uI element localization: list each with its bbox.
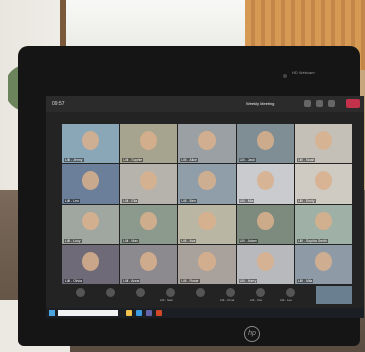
participant-tile[interactable]: Lilli - Ben (178, 164, 236, 204)
participant-tile[interactable]: Lilli - Lucy (62, 204, 120, 244)
participant-tile[interactable]: Lilli - Jack (236, 124, 294, 164)
participant-face (140, 171, 158, 191)
participant-name: Lilli - Harry (238, 279, 258, 283)
participant-avatar[interactable] (166, 288, 175, 297)
participant-grid: Lilli - Jenny Lilli - Sophie Lilli - Alice… (62, 124, 352, 284)
participant-name: Lilli - Jack (238, 158, 256, 163)
participant-face (314, 211, 332, 231)
participants-icon[interactable] (304, 100, 311, 107)
participant-face (140, 211, 158, 231)
participant-face (256, 131, 274, 150)
participant-tile[interactable]: Lilli - Anna (120, 244, 178, 284)
participant-name: Lilli - Lucy (64, 238, 82, 243)
meeting-titlebar: 09:57 Weekly Meeting (46, 96, 364, 112)
participant-name: Lilli - Ella (122, 198, 139, 203)
participant-name: Lilli - Adam (238, 238, 258, 243)
taskbar-search[interactable] (58, 310, 118, 316)
participant-tile[interactable]: Lilli - Jenny (62, 124, 120, 164)
participant-strip-name: Lilli - Omar (220, 298, 235, 302)
participant-name: Lilli - Max (122, 238, 139, 243)
participant-tile[interactable]: Lilli - Ava (178, 204, 236, 244)
participant-avatar[interactable] (196, 288, 205, 297)
participant-tile[interactable]: Lilli - Olivia (62, 244, 120, 284)
participant-face (256, 211, 274, 231)
more-icon[interactable] (328, 100, 335, 107)
start-icon[interactable] (49, 310, 55, 316)
participant-name: Lilli - Alice (180, 158, 198, 163)
participant-tile[interactable]: Lilli - Sophie (120, 124, 178, 164)
participant-name: Lilli - Noah (296, 158, 316, 163)
participant-face (82, 131, 100, 150)
participant-avatar[interactable] (256, 288, 265, 297)
participant-tile[interactable]: Lilli - Ella (120, 164, 178, 204)
participant-strip-name: Lilli - Sam (160, 298, 174, 302)
participant-tile[interactable]: Lilli - Alice (178, 124, 236, 164)
leave-button[interactable] (346, 99, 360, 108)
participant-face (314, 171, 332, 191)
participant-face (314, 251, 332, 271)
participant-name: Lilli - Ava (180, 238, 197, 243)
participant-strip-name: Lilli - Zoe (250, 298, 263, 302)
self-video-preview (316, 286, 352, 304)
participant-name: Lilli - Rosie (180, 279, 200, 283)
participant-avatar[interactable] (286, 288, 295, 297)
participant-strip: Lilli - Sam Lilli - Omar Lilli - Zoe Lilli … (62, 286, 352, 304)
powerpoint-icon[interactable] (156, 310, 162, 316)
participant-name: Lilli - Leo (64, 198, 81, 203)
windows-taskbar (46, 308, 364, 318)
participant-avatar[interactable] (226, 288, 235, 297)
chat-icon[interactable] (316, 100, 323, 107)
meeting-time: 09:57 (52, 101, 65, 107)
participant-name: Lilli - Sophia Smith (296, 238, 328, 243)
participant-tile[interactable]: Lilli - Emily (294, 164, 352, 204)
teams-icon[interactable] (146, 310, 152, 316)
participant-tile[interactable]: Lilli - Leo (62, 164, 120, 204)
participant-face (256, 171, 274, 191)
participant-name: Lilli - Mila (296, 279, 314, 283)
participant-name: Lilli - Sophie (122, 158, 144, 163)
hp-logo: hp (244, 326, 260, 342)
webcam-label: HD Webcam (292, 70, 315, 75)
participant-face (198, 211, 216, 231)
participant-face (140, 251, 158, 271)
participant-face (198, 171, 216, 191)
participant-tile[interactable]: Lilli - Rosie (178, 244, 236, 284)
participant-face (82, 251, 100, 271)
meeting-title: Weekly Meeting (246, 101, 275, 106)
participant-face (82, 171, 100, 191)
participant-tile[interactable]: Lilli - Harry (236, 244, 294, 284)
participant-face (256, 251, 274, 271)
participant-name: Lilli - Emily (296, 198, 316, 203)
participant-avatar[interactable] (136, 288, 145, 297)
participant-name: Lilli - Anna (122, 279, 141, 283)
participant-tile[interactable]: Lilli - Sophia Smith (294, 204, 352, 244)
participant-name: Lilli - Mia (238, 198, 255, 203)
participant-name: Lilli - Olivia (64, 279, 83, 283)
participant-tile[interactable]: Lilli - Noah (294, 124, 352, 164)
participant-tile[interactable]: Lilli - Mia (236, 164, 294, 204)
folder-icon[interactable] (126, 310, 132, 316)
photo-scene: HD Webcam 09:57 Weekly Meeting Lilli - J… (0, 0, 365, 352)
participant-name: Lilli - Jenny (64, 158, 84, 163)
participant-face (198, 251, 216, 271)
participant-face (82, 211, 100, 231)
participant-face (314, 131, 332, 150)
participant-strip-name: Lilli - Lee (280, 298, 293, 302)
webcam-icon (283, 74, 287, 78)
participant-face (198, 131, 216, 150)
participant-tile[interactable]: Lilli - Adam (236, 204, 294, 244)
participant-avatar[interactable] (106, 288, 115, 297)
laptop-screen: 09:57 Weekly Meeting Lilli - Jenny Lilli … (46, 96, 364, 318)
participant-tile[interactable]: Lilli - Max (120, 204, 178, 244)
participant-name: Lilli - Ben (180, 198, 197, 203)
participant-tile[interactable]: Lilli - Mila (294, 244, 352, 284)
browser-icon[interactable] (136, 310, 142, 316)
participant-face (140, 131, 158, 150)
participant-avatar[interactable] (76, 288, 85, 297)
